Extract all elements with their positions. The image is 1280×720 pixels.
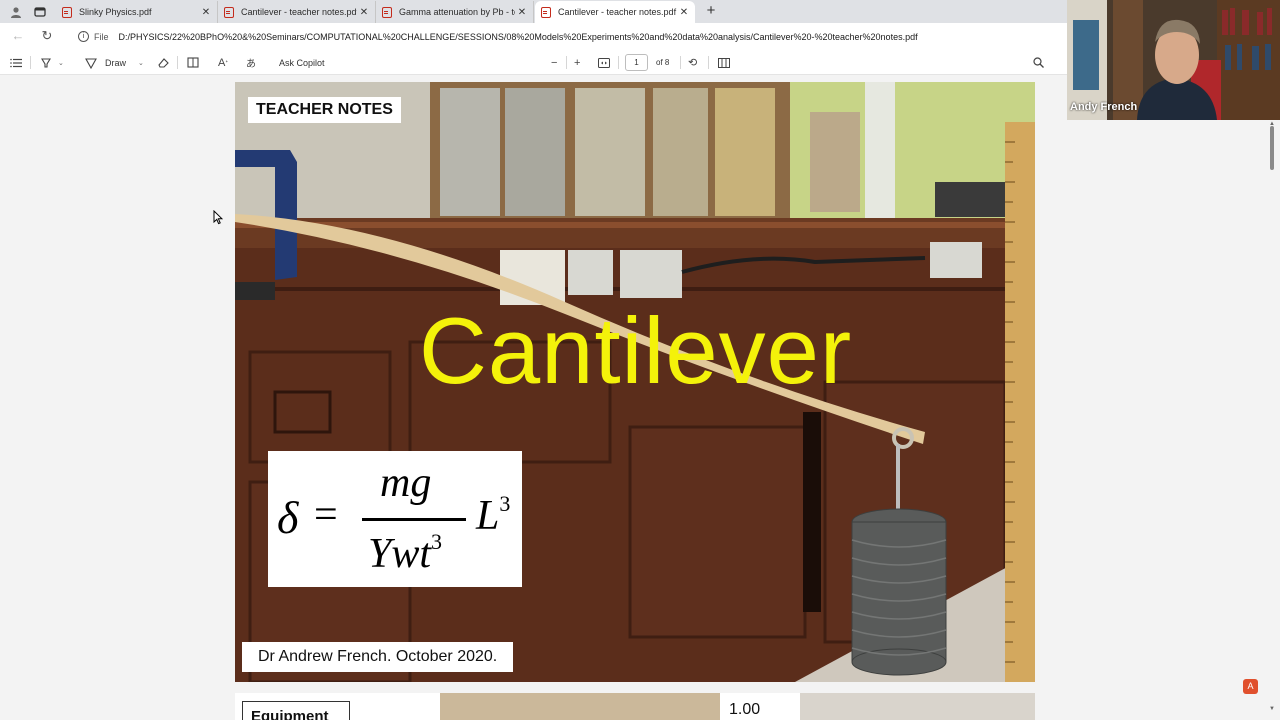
chevron-down-icon[interactable]: ⌄ [58, 59, 64, 67]
pdf-icon [541, 6, 551, 18]
formula-equals: = [314, 492, 338, 538]
formula-lhs: δ [277, 492, 299, 543]
deflection-formula: δ = mg Ywt3 L3 [268, 451, 522, 587]
equipment-photo-2 [800, 693, 1035, 720]
draw-icon [85, 57, 97, 69]
divider [177, 56, 178, 69]
file-label: File [94, 31, 109, 42]
formula-denominator-exponent: 3 [431, 529, 443, 554]
new-tab-button[interactable]: + [703, 3, 719, 19]
zoom-in-button[interactable]: + [574, 55, 580, 70]
tab-gamma[interactable]: Gamma attenuation by Pb - teach ✕ [376, 1, 534, 23]
pdf-icon [62, 6, 72, 18]
draw-label: Draw [105, 57, 127, 68]
back-arrow-icon[interactable]: ← [10, 28, 26, 44]
tab-title: Gamma attenuation by Pb - teach [399, 7, 515, 17]
pdf-page-2[interactable]: Equipment 1.00 [235, 693, 1035, 720]
two-page-icon[interactable] [718, 55, 730, 70]
side-panel [1067, 120, 1280, 720]
highlight-icon[interactable]: ⌄ [40, 55, 64, 70]
close-icon[interactable]: ✕ [357, 7, 371, 18]
refresh-icon[interactable]: ↻ [39, 28, 55, 44]
url-text[interactable]: D:/PHYSICS/22%20BPhO%20&%20Seminars/COMP… [119, 32, 918, 42]
tab-title: Cantilever - teacher notes.pdf [241, 7, 357, 17]
tab-cantilever-1[interactable]: Cantilever - teacher notes.pdf ✕ [218, 1, 376, 23]
tab-cantilever-active[interactable]: Cantilever - teacher notes.pdf ✕ [535, 1, 695, 23]
author-credit: Dr Andrew French. October 2020. [242, 642, 514, 672]
equipment-value: 1.00 [729, 701, 761, 718]
divider [618, 56, 619, 69]
pdf-toolbar: ⌄ Draw ⌄ Aᐩ あ Ask Copilot − + 1 of 8 ⟲ [0, 50, 1067, 75]
ask-copilot-button[interactable]: Ask Copilot [279, 55, 325, 70]
divider [708, 56, 709, 69]
pdf-icon [382, 6, 392, 18]
formula-denominator: Ywt3 [368, 529, 442, 578]
formula-length-term: L3 [476, 491, 510, 540]
info-icon[interactable]: i [78, 31, 89, 42]
draw-button[interactable]: Draw ⌄ [85, 55, 144, 70]
page-count: of 8 [656, 58, 670, 67]
equipment-heading: Equipment [242, 701, 350, 720]
close-icon[interactable]: ✕ [515, 7, 529, 18]
read-aloud-icon[interactable]: Aᐩ [218, 55, 228, 70]
participant-name: Andy French [1070, 101, 1138, 113]
pdf-icon [224, 6, 234, 18]
rotate-icon[interactable]: ⟲ [688, 55, 697, 70]
tab-title: Cantilever - teacher notes.pdf [558, 7, 677, 17]
equipment-photo [440, 693, 720, 720]
ask-copilot-label: Ask Copilot [279, 57, 325, 68]
teacher-notes-badge: TEACHER NOTES [248, 97, 401, 123]
tab-title: Slinky Physics.pdf [79, 7, 152, 17]
mouse-cursor-icon [213, 209, 224, 230]
eraser-icon[interactable] [157, 55, 169, 70]
minus-icon: − [551, 56, 558, 69]
plus-icon: + [574, 56, 581, 69]
page-number-input[interactable]: 1 [625, 54, 648, 71]
fit-page-icon[interactable] [598, 55, 610, 70]
tab-actions-icon[interactable] [32, 4, 48, 20]
divider [30, 56, 31, 69]
acrobat-icon[interactable]: A [1243, 679, 1258, 694]
webcam-feed: Andy French [1067, 0, 1280, 120]
address-bar: ← ↻ i File D:/PHYSICS/22%20BPhO%20&%20Se… [0, 23, 1067, 50]
close-icon[interactable]: ✕ [677, 7, 691, 18]
divider [566, 56, 567, 69]
scroll-down-arrow[interactable]: ▼ [1269, 706, 1275, 712]
formula-length-base: L [476, 493, 500, 539]
translate-icon[interactable]: あ [246, 55, 256, 70]
fraction-bar [362, 518, 466, 521]
close-icon[interactable]: ✕ [199, 7, 213, 18]
formula-denominator-base: Ywt [368, 531, 432, 577]
pdf-page-1[interactable]: TEACHER NOTES Cantilever δ = mg Ywt3 L3 … [235, 82, 1035, 682]
url-field[interactable]: i File D:/PHYSICS/22%20BPhO%20&%20Semina… [72, 26, 1062, 47]
contents-list-icon[interactable] [10, 55, 22, 70]
search-icon[interactable] [1033, 55, 1044, 70]
formula-length-exponent: 3 [499, 491, 511, 516]
chevron-down-icon[interactable]: ⌄ [138, 59, 144, 67]
slide-title: Cantilever [419, 298, 853, 403]
profile-icon[interactable] [8, 4, 24, 20]
scrollbar-thumb[interactable] [1270, 126, 1274, 170]
tab-slinky[interactable]: Slinky Physics.pdf ✕ [56, 1, 218, 23]
zoom-out-button[interactable]: − [551, 55, 557, 70]
page-view-icon[interactable] [187, 55, 199, 70]
divider [680, 56, 681, 69]
formula-numerator: mg [380, 460, 432, 506]
